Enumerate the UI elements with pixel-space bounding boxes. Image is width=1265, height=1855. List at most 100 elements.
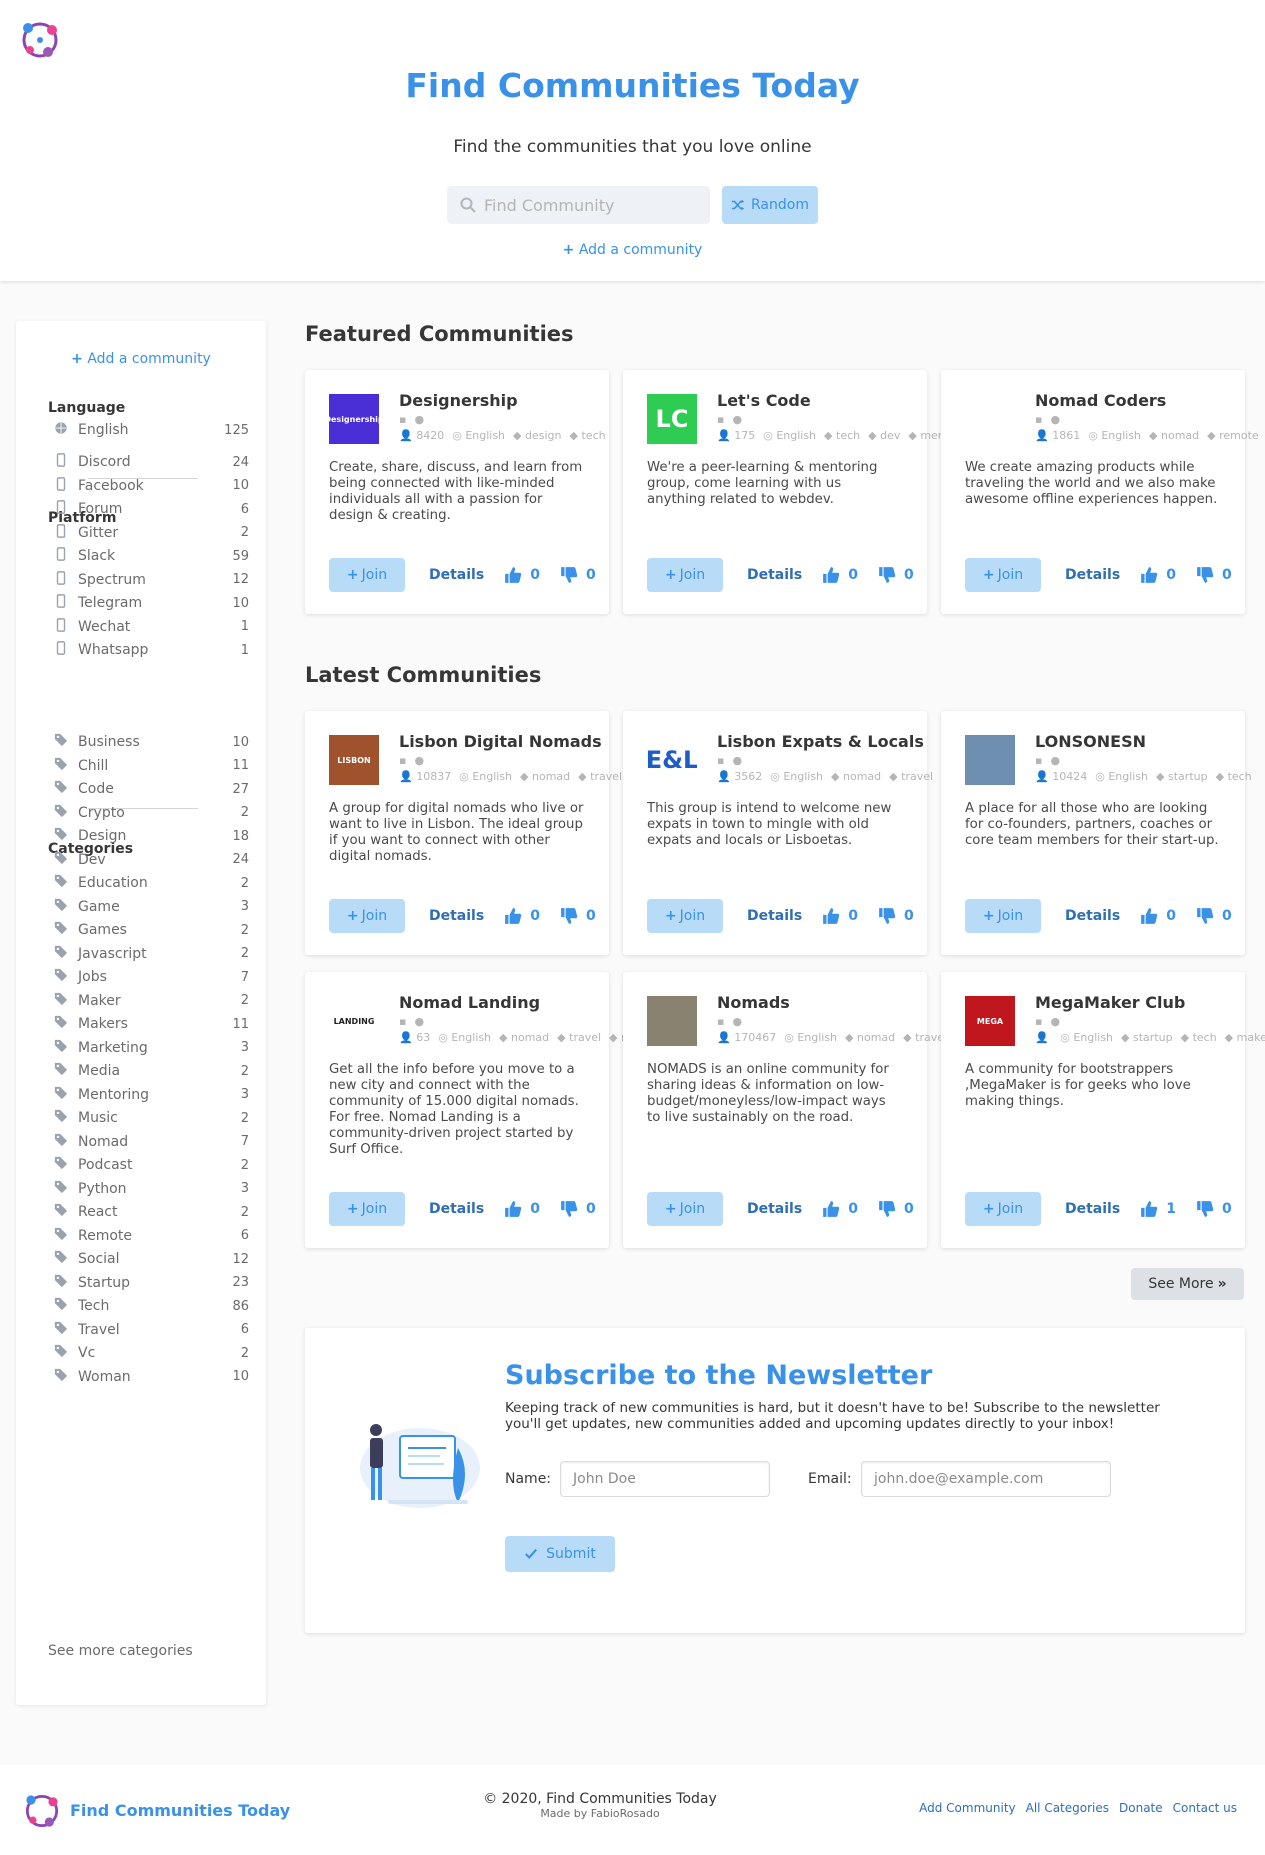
details-link[interactable]: Details	[429, 1201, 484, 1217]
sidebar-category-code[interactable]: Code 27	[54, 779, 249, 799]
submit-button[interactable]: Submit	[505, 1536, 615, 1572]
details-link[interactable]: Details	[747, 1201, 802, 1217]
tag[interactable]: ◆ tech	[1216, 770, 1252, 783]
sidebar-platform-wechat[interactable]: Wechat 1	[54, 617, 249, 637]
tag[interactable]: ◆ remote	[1207, 429, 1259, 442]
sidebar-category-education[interactable]: Education 2	[54, 873, 249, 893]
upvote-button[interactable]: 0	[504, 566, 540, 584]
community-name[interactable]: Let's Code	[717, 391, 811, 410]
tag[interactable]: ◆ nomad	[499, 1031, 549, 1044]
sidebar-platform-discord[interactable]: Discord 24	[54, 452, 249, 472]
random-button[interactable]: Random	[722, 186, 818, 224]
join-button[interactable]: + Join	[329, 899, 405, 933]
see-more-categories-link[interactable]: See more categories	[48, 1643, 193, 1659]
sidebar-category-media[interactable]: Media 2	[54, 1061, 249, 1081]
tag[interactable]: ◆ maker	[1225, 1031, 1265, 1044]
sidebar-category-makers[interactable]: Makers 11	[54, 1014, 249, 1034]
sidebar-category-game[interactable]: Game 3	[54, 897, 249, 917]
downvote-button[interactable]: 0	[560, 1200, 596, 1218]
sidebar-platform-gitter[interactable]: Gitter 2	[54, 523, 249, 543]
footer-link-add-community[interactable]: Add Community	[919, 1801, 1016, 1815]
tag[interactable]: ◆ nomad	[845, 1031, 895, 1044]
community-name[interactable]: Lisbon Digital Nomads	[399, 732, 602, 751]
sidebar-category-python[interactable]: Python 3	[54, 1179, 249, 1199]
sidebar-category-chill[interactable]: Chill 11	[54, 756, 249, 776]
sidebar-category-podcast[interactable]: Podcast 2	[54, 1155, 249, 1175]
details-link[interactable]: Details	[747, 908, 802, 924]
community-name[interactable]: Designership	[399, 391, 518, 410]
tag[interactable]: ◆ startup	[1156, 770, 1208, 783]
sidebar-category-marketing[interactable]: Marketing 3	[54, 1038, 249, 1058]
sidebar-category-tech[interactable]: Tech 86	[54, 1296, 249, 1316]
upvote-button[interactable]: 0	[822, 1200, 858, 1218]
sidebar-category-jobs[interactable]: Jobs 7	[54, 967, 249, 987]
downvote-button[interactable]: 0	[560, 907, 596, 925]
upvote-button[interactable]: 1	[1140, 1200, 1176, 1218]
tag[interactable]: ◆ travel	[557, 1031, 601, 1044]
sidebar-category-react[interactable]: React 2	[54, 1202, 249, 1222]
downvote-button[interactable]: 0	[878, 1200, 914, 1218]
footer-link-contact[interactable]: Contact us	[1173, 1801, 1237, 1815]
details-link[interactable]: Details	[1065, 567, 1120, 583]
sidebar-platform-slack[interactable]: Slack 59	[54, 546, 249, 566]
tag[interactable]: ◆ nomad	[1149, 429, 1199, 442]
footer-link-donate[interactable]: Donate	[1119, 1801, 1163, 1815]
join-button[interactable]: + Join	[965, 1192, 1041, 1226]
name-field[interactable]: John Doe	[560, 1461, 770, 1497]
community-name[interactable]: Lisbon Expats & Locals	[717, 732, 924, 751]
community-name[interactable]: Nomads	[717, 993, 790, 1012]
details-link[interactable]: Details	[429, 567, 484, 583]
sidebar-add-community-link[interactable]: + Add a community	[16, 351, 266, 367]
tag[interactable]: ◆ nomad	[831, 770, 881, 783]
join-button[interactable]: + Join	[329, 1192, 405, 1226]
downvote-button[interactable]: 0	[1196, 566, 1232, 584]
sidebar-category-games[interactable]: Games 2	[54, 920, 249, 940]
tag[interactable]: ◆ travel	[578, 770, 622, 783]
details-link[interactable]: Details	[1065, 908, 1120, 924]
sidebar-category-business[interactable]: Business 10	[54, 732, 249, 752]
sidebar-category-social[interactable]: Social 12	[54, 1249, 249, 1269]
upvote-button[interactable]: 0	[1140, 907, 1176, 925]
sidebar-category-nomad[interactable]: Nomad 7	[54, 1132, 249, 1152]
community-name[interactable]: LONSONESN	[1035, 732, 1146, 751]
site-logo-icon[interactable]	[16, 16, 64, 64]
sidebar-category-javascript[interactable]: Javascript 2	[54, 944, 249, 964]
upvote-button[interactable]: 0	[822, 907, 858, 925]
upvote-button[interactable]: 0	[1140, 566, 1176, 584]
search-input[interactable]: Find Community	[447, 186, 710, 224]
join-button[interactable]: + Join	[647, 899, 723, 933]
tag[interactable]: ◆ tech	[824, 429, 860, 442]
sidebar-category-dev[interactable]: Dev 24	[54, 850, 249, 870]
downvote-button[interactable]: 0	[560, 566, 596, 584]
details-link[interactable]: Details	[429, 908, 484, 924]
sidebar-category-vc[interactable]: Vc 2	[54, 1343, 249, 1363]
sidebar-platform-forum[interactable]: Forum 6	[54, 499, 249, 519]
upvote-button[interactable]: 0	[504, 907, 540, 925]
join-button[interactable]: + Join	[965, 558, 1041, 592]
sidebar-platform-facebook[interactable]: Facebook 10	[54, 476, 249, 496]
community-name[interactable]: Nomad Landing	[399, 993, 540, 1012]
sidebar-category-travel[interactable]: Travel 6	[54, 1320, 249, 1340]
footer-link-all-categories[interactable]: All Categories	[1026, 1801, 1109, 1815]
tag[interactable]: ◆ tech	[570, 429, 606, 442]
add-community-link[interactable]: + Add a community	[0, 242, 1265, 258]
tag[interactable]: ◆ tech	[1181, 1031, 1217, 1044]
sidebar-language-english[interactable]: English 125	[54, 420, 249, 440]
join-button[interactable]: + Join	[647, 558, 723, 592]
tag[interactable]: ◆ startup	[1121, 1031, 1173, 1044]
sidebar-category-remote[interactable]: Remote 6	[54, 1226, 249, 1246]
community-name[interactable]: MegaMaker Club	[1035, 993, 1185, 1012]
upvote-button[interactable]: 0	[822, 566, 858, 584]
tag[interactable]: ◆ nomad	[520, 770, 570, 783]
join-button[interactable]: + Join	[329, 558, 405, 592]
sidebar-platform-whatsapp[interactable]: Whatsapp 1	[54, 640, 249, 660]
details-link[interactable]: Details	[1065, 1201, 1120, 1217]
email-field[interactable]: john.doe@example.com	[861, 1461, 1111, 1497]
sidebar-category-startup[interactable]: Startup 23	[54, 1273, 249, 1293]
community-name[interactable]: Nomad Coders	[1035, 391, 1166, 410]
details-link[interactable]: Details	[747, 567, 802, 583]
sidebar-category-mentoring[interactable]: Mentoring 3	[54, 1085, 249, 1105]
sidebar-platform-spectrum[interactable]: Spectrum 12	[54, 570, 249, 590]
sidebar-category-crypto[interactable]: Crypto 2	[54, 803, 249, 823]
downvote-button[interactable]: 0	[878, 907, 914, 925]
